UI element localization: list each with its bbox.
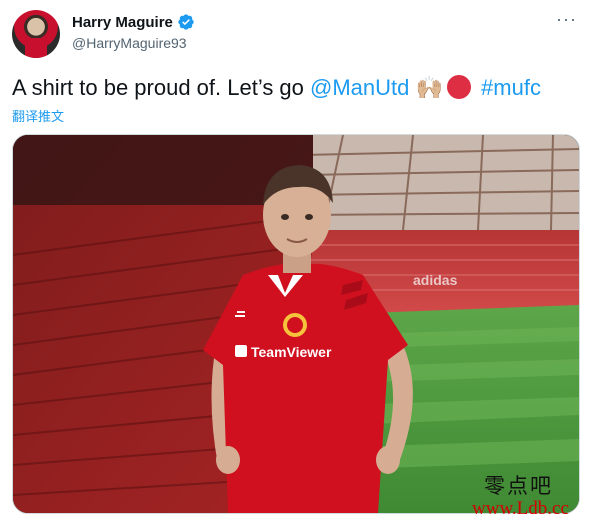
author-name-row[interactable]: Harry Maguire: [72, 13, 195, 31]
more-horizontal-icon[interactable]: ···: [556, 10, 577, 28]
user-handle[interactable]: @HarryMaguire93: [72, 35, 187, 51]
raising-hands-icon: 🙌🏼: [415, 75, 443, 100]
display-name[interactable]: Harry Maguire: [72, 14, 173, 31]
mention-link[interactable]: @ManUtd: [310, 75, 409, 100]
translate-tweet-link[interactable]: 翻译推文: [12, 106, 64, 125]
tweet-text: A shirt to be proud of. Let’s go @ManUtd…: [12, 73, 581, 103]
avatar[interactable]: [12, 10, 60, 58]
tweet-text-intro: A shirt to be proud of. Let’s go: [12, 75, 311, 100]
watermark-url-text: www.Ldb.cc: [472, 498, 569, 519]
verified-badge-icon: [177, 13, 195, 31]
shirt-sponsor-text: TeamViewer: [251, 344, 332, 360]
stadium-board-text: adidas: [413, 272, 458, 288]
watermark-chinese-text: 零点吧: [484, 474, 553, 498]
red-circle-icon: [446, 75, 471, 99]
tweet-header: Harry Maguire @HarryMaguire93 ···: [12, 10, 581, 60]
tweet-photo[interactable]: adidas TeamViewer: [12, 134, 580, 514]
stadium-photo-illustration: adidas TeamViewer: [13, 135, 579, 513]
hashtag-link[interactable]: #mufc: [481, 75, 541, 100]
